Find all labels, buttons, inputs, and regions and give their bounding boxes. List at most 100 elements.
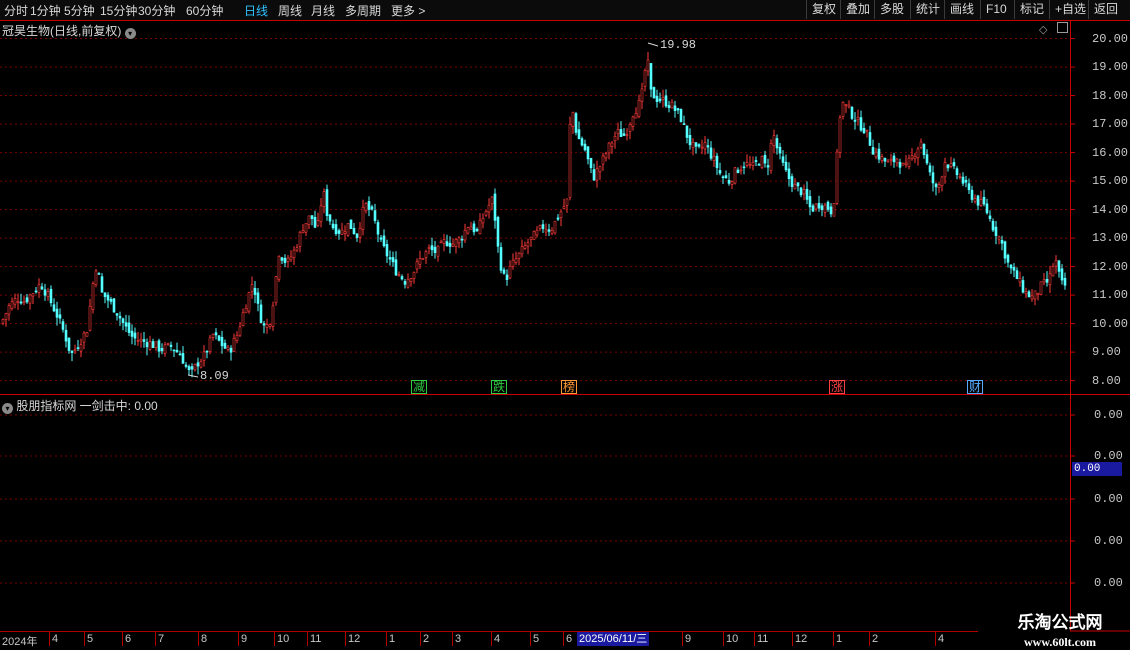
candle-body <box>997 236 1001 240</box>
candle-body <box>538 225 542 229</box>
candle-body <box>232 337 236 352</box>
candle-body <box>223 342 227 349</box>
candle-body <box>193 363 197 371</box>
candle-body <box>661 97 665 100</box>
date-tick-label: 4 <box>52 633 59 645</box>
candle-body <box>994 226 998 237</box>
candle-body <box>124 322 128 327</box>
candle-body <box>907 157 911 167</box>
candle-body <box>154 341 158 348</box>
candle-body <box>22 300 26 304</box>
candle-body <box>406 278 410 288</box>
candle-body <box>385 244 389 257</box>
chart-canvas[interactable] <box>0 0 1130 650</box>
candle-body <box>187 366 191 371</box>
date-separator <box>345 632 346 646</box>
candle-body <box>925 154 929 164</box>
candle-body <box>49 288 53 304</box>
low-leader <box>187 374 199 378</box>
candle-body <box>436 245 440 257</box>
candle-body <box>157 340 161 352</box>
candle-body <box>877 148 881 160</box>
settings-diamond-icon[interactable]: ◇ <box>1039 23 1047 36</box>
candle-body <box>190 366 194 370</box>
candle-body <box>967 183 971 191</box>
candle-body <box>754 160 758 162</box>
candle-body <box>946 164 950 169</box>
candle-body <box>100 276 104 293</box>
candle-body <box>454 239 458 247</box>
date-tick-label: 9 <box>685 633 692 645</box>
candle-body <box>247 292 251 312</box>
candle-body <box>976 195 980 206</box>
candle-body <box>1024 291 1028 295</box>
candle-body <box>82 332 86 343</box>
candle-body <box>199 361 203 368</box>
candle-body <box>178 353 182 356</box>
candle-body <box>4 313 8 320</box>
candle-body <box>934 183 938 188</box>
candle-body <box>457 237 461 244</box>
candle-body <box>787 168 791 179</box>
date-axis[interactable]: 2024年 4 5 6 7 8 9 10 11 12 1 2 3 4 5 6 9 10 11 12 1 2 4 2025/0… <box>0 631 978 648</box>
date-separator <box>869 632 870 646</box>
signal-marker[interactable]: 减 <box>411 380 427 394</box>
candle-body <box>979 198 983 206</box>
date-cursor: 2025/06/11/三 <box>577 632 650 646</box>
candle-body <box>1000 239 1004 244</box>
candle-body <box>265 324 269 328</box>
candle-body <box>292 249 296 258</box>
candle-body <box>211 334 215 338</box>
candle-body <box>721 176 725 179</box>
candle-body <box>430 245 434 251</box>
candle-body <box>814 203 818 210</box>
candle-body <box>529 236 533 241</box>
candle-body <box>508 265 512 279</box>
price-tick-label: 9.00 <box>1092 345 1121 360</box>
candle-body <box>214 332 218 336</box>
candle-body <box>466 227 470 234</box>
candle-body <box>703 142 707 150</box>
candle-body <box>619 129 623 138</box>
date-separator <box>238 632 239 646</box>
candle-body <box>67 337 71 351</box>
candle-body <box>115 313 119 316</box>
signal-marker[interactable]: 涨 <box>829 380 845 394</box>
signal-marker[interactable]: 财 <box>967 380 983 394</box>
candle-body <box>1051 266 1055 277</box>
signal-marker[interactable]: 榜 <box>561 380 577 394</box>
candle-body <box>811 205 815 212</box>
candle-body <box>679 109 683 123</box>
candle-body <box>568 124 572 198</box>
candle-body <box>865 129 869 132</box>
signal-marker[interactable]: 跌 <box>491 380 507 394</box>
candle-body <box>316 220 320 226</box>
candle-body <box>901 162 905 166</box>
candle-body <box>361 206 365 230</box>
candle-body <box>382 235 386 247</box>
candle-body <box>64 329 68 342</box>
candle-body <box>526 242 530 247</box>
candle-body <box>376 222 380 235</box>
indicator-title[interactable]: ▾ 股朋指标网 一剑击中: 0.00 <box>2 397 158 414</box>
candle-body <box>1021 280 1025 293</box>
date-tick-label: 12 <box>348 633 361 645</box>
dropdown-icon[interactable]: ▾ <box>2 403 13 414</box>
price-tick-label: 13.00 <box>1092 231 1129 246</box>
dropdown-icon[interactable]: ▾ <box>124 28 136 39</box>
collapse-icon[interactable] <box>1057 22 1068 33</box>
candle-body <box>805 188 809 200</box>
candle-body <box>751 162 755 166</box>
candle-body <box>880 156 884 161</box>
main-chart-title[interactable]: 冠昊生物(日线,前复权) ▾ <box>2 22 136 39</box>
candle-body <box>424 251 428 258</box>
candle-body <box>352 227 356 234</box>
indicator-tick-label: 0.00 <box>1094 534 1123 548</box>
candle-body <box>778 146 782 154</box>
date-separator <box>122 632 123 646</box>
candle-body <box>499 247 503 271</box>
candle-body <box>844 104 848 106</box>
candle-body <box>1018 278 1022 283</box>
candle-body <box>148 341 152 350</box>
candle-body <box>25 297 29 303</box>
